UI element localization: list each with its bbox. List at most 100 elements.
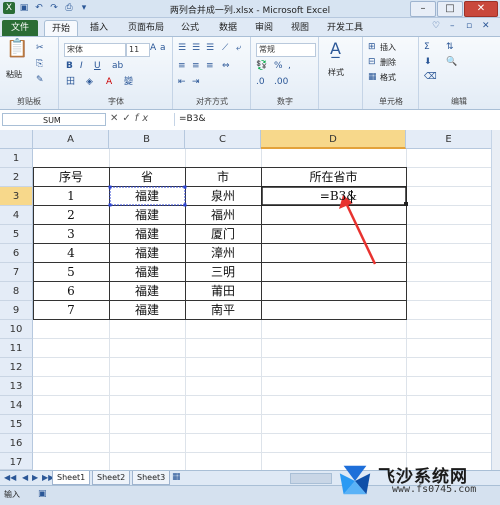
macro-record-icon[interactable]: ▣: [38, 489, 47, 500]
strike-icon[interactable]: ab: [112, 61, 123, 72]
maximize-icon[interactable]: □: [437, 1, 463, 17]
column-header-d[interactable]: D: [261, 130, 406, 149]
cell-c3[interactable]: 泉州: [185, 187, 261, 206]
row-header-17[interactable]: 17: [0, 453, 33, 470]
column-header-b[interactable]: B: [109, 130, 185, 149]
copy-icon[interactable]: ⎘: [36, 59, 43, 70]
find-select-icon[interactable]: 🔍: [446, 57, 457, 68]
delete-cells-label[interactable]: 删除: [380, 57, 396, 68]
align-top-icon[interactable]: ☰: [178, 43, 186, 54]
decrease-decimal-icon[interactable]: .00: [274, 77, 288, 88]
number-format-select[interactable]: 常规: [256, 43, 316, 57]
tab-view[interactable]: 视图: [286, 20, 314, 36]
cell-a4[interactable]: 2: [33, 206, 109, 225]
font-size-select[interactable]: 11: [126, 43, 150, 57]
cell-a6[interactable]: 4: [33, 244, 109, 263]
header-province[interactable]: 省: [109, 168, 185, 187]
autosum-icon[interactable]: Σ: [424, 42, 430, 53]
sheet-tab-2[interactable]: Sheet2: [92, 471, 131, 485]
row-header-1[interactable]: 1: [0, 149, 33, 168]
tab-data[interactable]: 数据: [214, 20, 242, 36]
cell-d3-editing[interactable]: =B3&: [261, 187, 361, 206]
comma-style-icon[interactable]: ,: [288, 61, 291, 72]
paste-label[interactable]: 粘贴: [6, 69, 22, 80]
cell-b4[interactable]: 福建: [109, 206, 185, 225]
cell-a7[interactable]: 5: [33, 263, 109, 282]
cell-b5[interactable]: 福建: [109, 225, 185, 244]
prev-sheet-icon[interactable]: ◀: [22, 472, 28, 483]
tab-formulas[interactable]: 公式: [176, 20, 204, 36]
cancel-formula-icon[interactable]: ✕: [110, 113, 122, 124]
wrap-text-icon[interactable]: ⤶: [236, 43, 241, 54]
borders-icon[interactable]: 田: [66, 77, 75, 88]
cell-c4[interactable]: 福州: [185, 206, 261, 225]
close-icon[interactable]: ✕: [464, 1, 498, 17]
name-box[interactable]: SUM: [2, 113, 106, 126]
bold-icon[interactable]: B: [66, 61, 73, 72]
fill-icon[interactable]: ⬇: [424, 57, 432, 68]
align-bottom-icon[interactable]: ☰: [206, 43, 214, 54]
tab-developer[interactable]: 开发工具: [322, 20, 368, 36]
column-header-a[interactable]: A: [33, 130, 109, 149]
header-city[interactable]: 市: [185, 168, 261, 187]
cell-a9[interactable]: 7: [33, 301, 109, 320]
row-header-8[interactable]: 8: [0, 282, 33, 301]
ribbon-restore-icon[interactable]: ▫: [466, 21, 472, 32]
format-cells-icon[interactable]: ▦: [368, 72, 377, 83]
row-header-3[interactable]: 3: [0, 187, 33, 206]
cell-c8[interactable]: 莆田: [185, 282, 261, 301]
insert-cells-label[interactable]: 插入: [380, 42, 396, 53]
vertical-scrollbar[interactable]: [491, 130, 500, 470]
cell-b6[interactable]: 福建: [109, 244, 185, 263]
row-header-6[interactable]: 6: [0, 244, 33, 263]
select-all-corner[interactable]: [0, 130, 33, 149]
row-header-11[interactable]: 11: [0, 339, 33, 358]
enter-formula-icon[interactable]: ✓: [122, 113, 134, 124]
row-header-14[interactable]: 14: [0, 396, 33, 415]
cell-c9[interactable]: 南平: [185, 301, 261, 320]
cell-c5[interactable]: 厦门: [185, 225, 261, 244]
cell-c7[interactable]: 三明: [185, 263, 261, 282]
insert-cells-icon[interactable]: ⊞: [368, 42, 376, 53]
align-right-icon[interactable]: ≡: [206, 61, 214, 72]
row-header-9[interactable]: 9: [0, 301, 33, 320]
column-header-e[interactable]: E: [406, 130, 492, 149]
tab-home[interactable]: 开始: [44, 20, 78, 37]
row-header-10[interactable]: 10: [0, 320, 33, 339]
cell-a8[interactable]: 6: [33, 282, 109, 301]
row-header-5[interactable]: 5: [0, 225, 33, 244]
increase-indent-icon[interactable]: ⇥: [192, 77, 200, 88]
cell-b8[interactable]: 福建: [109, 282, 185, 301]
worksheet-grid[interactable]: A B C D E 1 2 3 4 5 6 7 8 9 10 11 12 13 …: [0, 130, 492, 470]
row-header-7[interactable]: 7: [0, 263, 33, 282]
cut-icon[interactable]: ✂: [36, 43, 44, 54]
align-center-icon[interactable]: ≡: [192, 61, 200, 72]
cell-a5[interactable]: 3: [33, 225, 109, 244]
grow-font-icon[interactable]: A: [150, 43, 156, 54]
format-cells-label[interactable]: 格式: [380, 72, 396, 83]
clear-icon[interactable]: ⌫: [424, 72, 437, 83]
font-color-icon[interactable]: A: [106, 77, 112, 88]
help-icon[interactable]: ♡: [432, 21, 440, 32]
styles-icon[interactable]: A̲: [330, 41, 341, 57]
horizontal-scrollbar[interactable]: [290, 473, 332, 484]
decrease-indent-icon[interactable]: ⇤: [178, 77, 186, 88]
row-header-2[interactable]: 2: [0, 168, 33, 187]
sort-filter-icon[interactable]: ⇅: [446, 42, 454, 53]
first-sheet-icon[interactable]: ◀◀: [4, 472, 16, 483]
tab-insert[interactable]: 插入: [84, 20, 114, 36]
row-header-12[interactable]: 12: [0, 358, 33, 377]
row-header-4[interactable]: 4: [0, 206, 33, 225]
cell-c6[interactable]: 漳州: [185, 244, 261, 263]
styles-label[interactable]: 样式: [328, 67, 344, 78]
ribbon-minimize-icon[interactable]: –: [450, 21, 455, 32]
shrink-font-icon[interactable]: a: [160, 43, 166, 54]
formula-input[interactable]: =B3&: [174, 113, 498, 126]
sheet-tab-1[interactable]: Sheet1: [52, 471, 91, 485]
paste-icon[interactable]: 📋: [6, 40, 28, 65]
align-left-icon[interactable]: ≡: [178, 61, 186, 72]
tab-file[interactable]: 文件: [2, 20, 38, 36]
cell-b7[interactable]: 福建: [109, 263, 185, 282]
sheet-tab-3[interactable]: Sheet3: [132, 471, 171, 485]
orientation-icon[interactable]: ⟋: [222, 43, 228, 54]
